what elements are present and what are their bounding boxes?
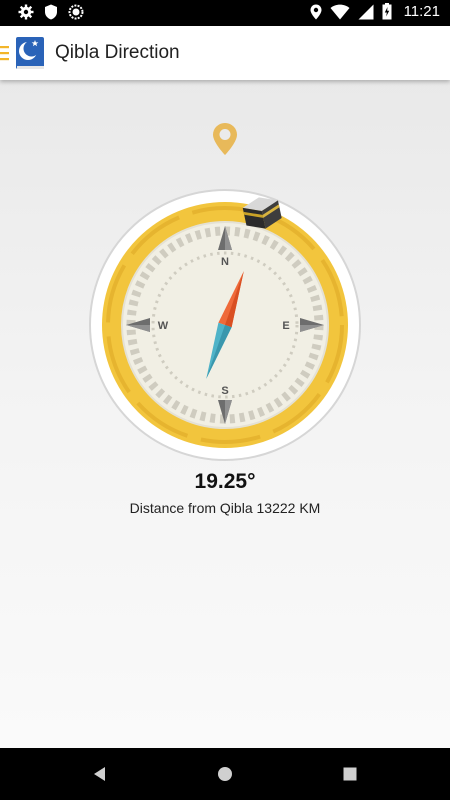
location-icon: [310, 4, 322, 19]
cardinal-w: W: [158, 320, 169, 332]
menu-icon[interactable]: [0, 43, 10, 63]
app-title: Qibla Direction: [55, 42, 180, 63]
navigation-bar: [0, 748, 450, 800]
qibla-heading: 19.25°: [194, 470, 256, 493]
recents-icon[interactable]: [340, 764, 360, 784]
qibla-content: N S E W 19.25° Distance from Qibla 13222: [0, 80, 450, 748]
cardinal-e: E: [282, 320, 289, 332]
screen: 11:21 Qibla Direction N S E W 19.25° Dis…: [0, 0, 450, 800]
cardinal-n: N: [221, 256, 229, 268]
app-bar: Qibla Direction: [0, 26, 450, 80]
status-time: 11:21: [403, 3, 440, 20]
cardinal-s: S: [221, 385, 228, 397]
settings-icon: [18, 4, 34, 20]
status-bar: 11:21: [0, 0, 450, 26]
battery-icon: [382, 3, 392, 20]
compass-dial: N S E W: [89, 189, 361, 461]
back-icon[interactable]: [90, 764, 110, 784]
qibla-distance: Distance from Qibla 13222 KM: [129, 500, 321, 516]
kaaba-icon: [242, 197, 282, 229]
wifi-icon: [330, 4, 350, 19]
shield-icon: [45, 4, 57, 20]
app-logo-icon: [16, 37, 44, 69]
signal-icon: [358, 4, 374, 19]
data-saver-icon: [68, 4, 84, 20]
home-icon[interactable]: [215, 764, 235, 784]
location-pin-icon: [213, 123, 237, 155]
